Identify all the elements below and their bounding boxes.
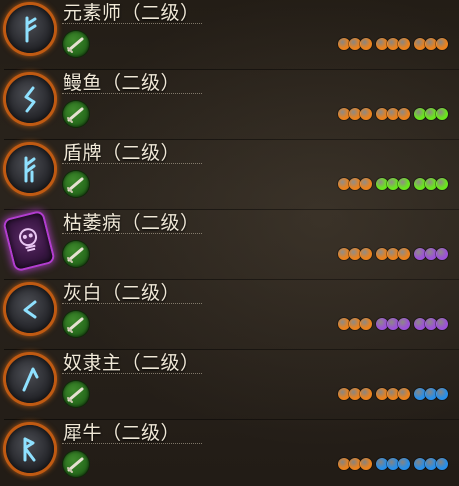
rune-word-row[interactable]: 奴隶主（二级） (0, 350, 459, 420)
gem-slot-dot (398, 178, 410, 190)
title-underline (62, 233, 202, 234)
gem-slot-groups (338, 318, 448, 330)
gem-slot-group (338, 178, 372, 190)
rune-icon (6, 425, 54, 473)
rune-word-list: 元素师（二级） 鳗鱼（二级） 盾牌（二级） 枯萎病（二级） 灰白（二级） 奴隶主… (0, 0, 459, 486)
skull-rune-icon (4, 212, 54, 270)
gem-slot-group (376, 38, 410, 50)
gem-slot-groups (338, 178, 448, 190)
gem-slot-dot (360, 248, 372, 260)
gem-slot-dot (398, 108, 410, 120)
gem-slot-dot (398, 388, 410, 400)
rune-word-row[interactable]: 元素师（二级） (0, 0, 459, 70)
rune-icon (6, 355, 54, 403)
gem-slot-group (338, 108, 372, 120)
title-underline (62, 373, 202, 374)
gem-slot-group (376, 178, 410, 190)
title-underline (62, 443, 202, 444)
gem-slot-groups (338, 248, 448, 260)
rune-word-row[interactable]: 犀牛（二级） (0, 420, 459, 486)
gem-slot-group (338, 318, 372, 330)
sword-icon (63, 241, 89, 267)
rune-word-row[interactable]: 枯萎病（二级） (0, 210, 459, 280)
gem-slot-dot (398, 458, 410, 470)
rune-word-row[interactable]: 鳗鱼（二级） (0, 70, 459, 140)
title-underline (62, 303, 202, 304)
gem-slot-dot (398, 38, 410, 50)
gem-slot-groups (338, 38, 448, 50)
title-underline (62, 23, 202, 24)
gem-slot-group (376, 458, 410, 470)
title-underline (62, 163, 202, 164)
rune-word-title: 奴隶主（二级） (63, 352, 200, 374)
rune-word-row[interactable]: 灰白（二级） (0, 280, 459, 350)
rune-icon (6, 145, 54, 193)
rune-word-title: 犀牛（二级） (63, 422, 181, 444)
gem-slot-dot (360, 38, 372, 50)
gem-slot-dot (360, 458, 372, 470)
gem-slot-group (414, 38, 448, 50)
gem-slot-group (338, 248, 372, 260)
rune-icon (6, 285, 54, 333)
gem-slot-group (376, 388, 410, 400)
gem-slot-dot (436, 248, 448, 260)
gem-slot-group (414, 458, 448, 470)
gem-slot-groups (338, 388, 448, 400)
rune-word-title: 鳗鱼（二级） (63, 72, 181, 94)
title-underline (62, 93, 202, 94)
rune-icon (6, 5, 54, 53)
gem-slot-dot (436, 38, 448, 50)
gem-slot-dot (398, 248, 410, 260)
gem-slot-group (414, 108, 448, 120)
gem-slot-group (414, 388, 448, 400)
sword-icon (63, 451, 89, 477)
gem-slot-groups (338, 458, 448, 470)
gem-slot-dot (436, 318, 448, 330)
sword-icon (63, 311, 89, 337)
gem-slot-group (414, 318, 448, 330)
gem-slot-group (376, 248, 410, 260)
gem-slot-group (338, 38, 372, 50)
rune-word-title: 枯萎病（二级） (63, 212, 200, 234)
sword-icon (63, 381, 89, 407)
rune-word-title: 灰白（二级） (63, 282, 181, 304)
rune-icon (6, 75, 54, 123)
gem-slot-dot (360, 318, 372, 330)
gem-slot-dot (360, 388, 372, 400)
gem-slot-group (376, 108, 410, 120)
gem-slot-group (414, 178, 448, 190)
gem-slot-dot (436, 178, 448, 190)
sword-icon (63, 171, 89, 197)
gem-slot-groups (338, 108, 448, 120)
gem-slot-group (338, 458, 372, 470)
gem-slot-dot (360, 108, 372, 120)
rune-word-row[interactable]: 盾牌（二级） (0, 140, 459, 210)
gem-slot-dot (436, 458, 448, 470)
gem-slot-dot (360, 178, 372, 190)
rune-word-title: 元素师（二级） (63, 2, 200, 24)
sword-icon (63, 101, 89, 127)
gem-slot-group (376, 318, 410, 330)
gem-slot-group (338, 388, 372, 400)
rune-word-title: 盾牌（二级） (63, 142, 181, 164)
sword-icon (63, 31, 89, 57)
gem-slot-group (414, 248, 448, 260)
gem-slot-dot (436, 108, 448, 120)
gem-slot-dot (436, 388, 448, 400)
gem-slot-dot (398, 318, 410, 330)
